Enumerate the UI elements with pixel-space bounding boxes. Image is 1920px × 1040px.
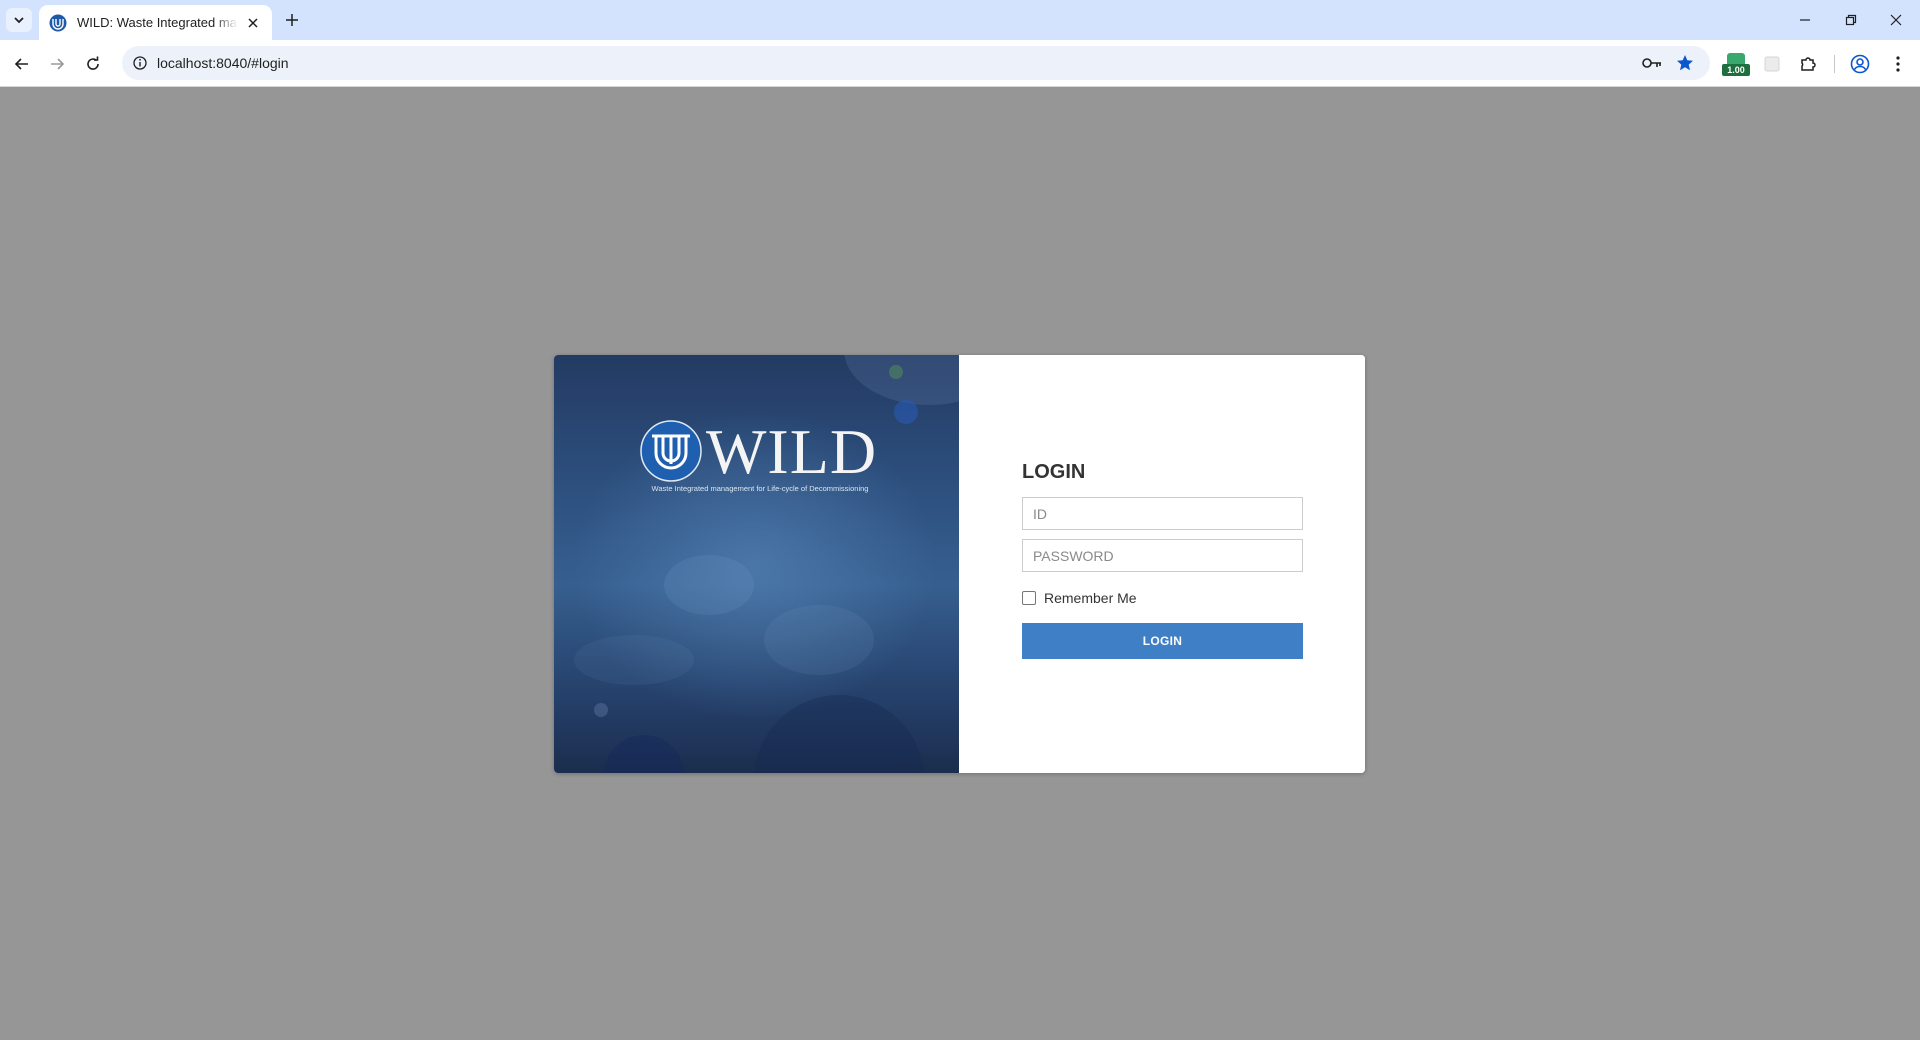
bokeh-bubble (594, 703, 608, 717)
extensions-puzzle-icon[interactable] (1796, 52, 1820, 76)
tab-search-button[interactable] (6, 8, 32, 32)
bokeh-bubble (604, 735, 684, 773)
reload-icon (87, 56, 99, 70)
arrow-left-icon (14, 58, 28, 70)
bokeh-bubble (574, 635, 694, 685)
hero-panel: WILD Waste Integrated management for Lif… (554, 355, 959, 773)
forward-button[interactable] (43, 50, 71, 78)
wild-favicon-icon (49, 14, 67, 31)
remember-me-checkbox[interactable] (1022, 591, 1036, 605)
password-input[interactable] (1022, 539, 1303, 572)
window-minimize-button[interactable] (1789, 6, 1821, 34)
browser-menu-icon[interactable] (1886, 52, 1910, 76)
arrow-right-icon (51, 58, 65, 70)
extension-badge-icon[interactable]: 1.00 (1722, 52, 1750, 76)
remember-me-label: Remember Me (1044, 590, 1137, 606)
close-icon (1890, 14, 1902, 26)
login-button[interactable]: LOGIN (1022, 623, 1303, 659)
tab-close-icon[interactable] (244, 14, 262, 32)
login-form: LOGIN Remember Me LOGIN (959, 355, 1365, 773)
bokeh-bubble (889, 365, 903, 379)
restore-icon (1845, 14, 1857, 26)
tab-title: WILD: Waste Integrated management for Li… (77, 15, 238, 30)
back-button[interactable] (8, 50, 36, 78)
new-tab-button[interactable] (281, 9, 303, 31)
id-input[interactable] (1022, 497, 1303, 530)
login-card: WILD Waste Integrated management for Lif… (554, 355, 1365, 773)
chevron-down-icon (14, 17, 24, 24)
wild-brand-text: WILD (706, 416, 878, 487)
wild-logo: WILD Waste Integrated management for Lif… (640, 416, 880, 500)
toolbar-divider (1834, 55, 1835, 73)
address-bar[interactable]: localhost:8040/#login (122, 46, 1710, 80)
bokeh-bubble (844, 355, 959, 405)
login-title: LOGIN (1022, 461, 1086, 483)
browser-tabstrip: WILD: Waste Integrated management for Li… (0, 0, 1920, 40)
browser-toolbar: localhost:8040/#login 1.00 (0, 40, 1920, 87)
window-restore-button[interactable] (1835, 6, 1867, 34)
remember-me-row[interactable]: Remember Me (1022, 590, 1137, 606)
minimize-icon (1800, 19, 1810, 21)
bookmark-star-icon[interactable] (1675, 53, 1695, 73)
wild-tagline: Waste Integrated management for Life-cyc… (651, 484, 869, 493)
bokeh-bubble (764, 605, 874, 675)
reload-button[interactable] (79, 50, 107, 78)
browser-tab-active[interactable]: WILD: Waste Integrated management for Li… (39, 5, 272, 40)
extension-placeholder-icon[interactable] (1760, 52, 1784, 76)
password-key-icon[interactable] (1642, 53, 1662, 73)
bokeh-bubble (754, 695, 924, 773)
plus-icon (286, 14, 298, 26)
window-close-button[interactable] (1880, 6, 1912, 34)
url-text: localhost:8040/#login (157, 55, 289, 71)
bokeh-bubble (894, 400, 918, 424)
wild-logo-mark-icon (640, 420, 702, 482)
bokeh-bubble (664, 555, 754, 615)
site-info-icon[interactable] (130, 53, 150, 73)
profile-avatar-icon[interactable] (1848, 52, 1872, 76)
extension-badge-count: 1.00 (1722, 64, 1750, 76)
